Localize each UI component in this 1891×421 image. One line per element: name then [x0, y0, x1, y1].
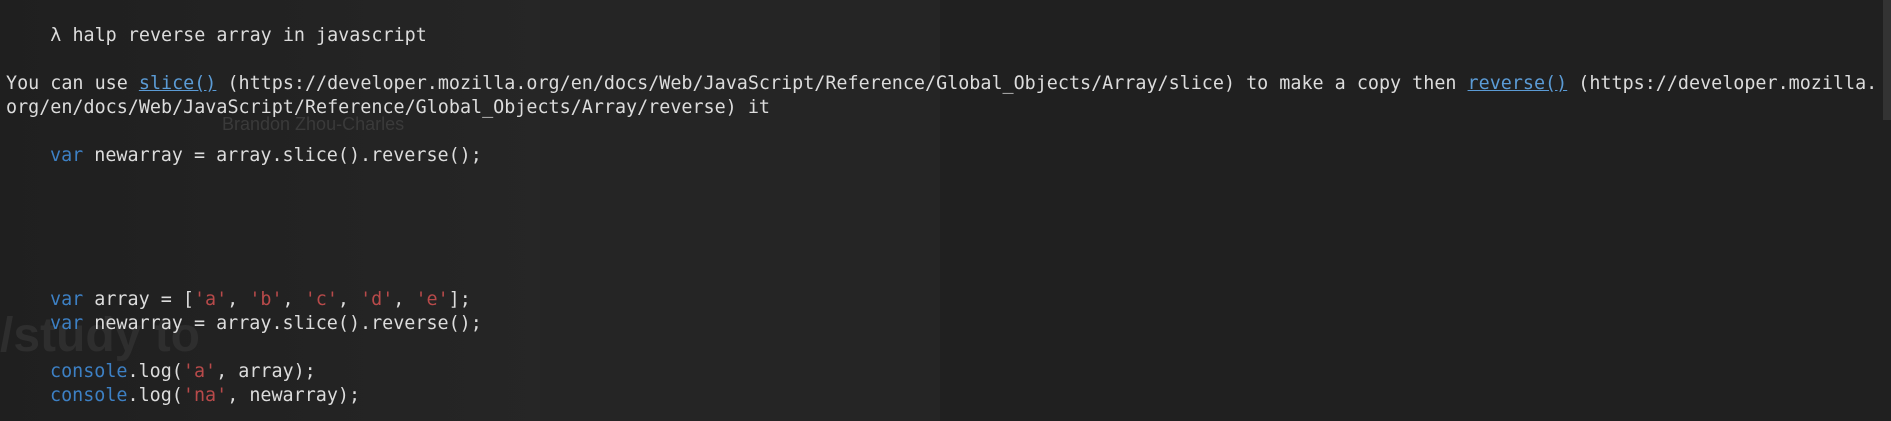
comma: ,: [227, 289, 250, 310]
keyword-console: console: [50, 385, 128, 406]
string-c: 'c': [304, 289, 338, 310]
comma: ,: [337, 289, 361, 310]
string-d: 'd': [360, 289, 394, 310]
scrollbar[interactable]: [1883, 0, 1891, 120]
code-text: ];: [448, 289, 471, 310]
prompt-command: halp reverse array in javascript: [72, 25, 427, 46]
keyword-console: console: [50, 361, 128, 382]
string-b: 'b': [249, 289, 283, 310]
background-window: [540, 0, 940, 421]
code-text: newarray = array.slice().reverse();: [83, 145, 482, 166]
background-window-right: [940, 0, 1891, 421]
string-label-na: 'na': [182, 385, 228, 406]
keyword-var: var: [50, 145, 84, 166]
code-text: , newarray);: [227, 385, 361, 406]
code-text: newarray = array.slice().reverse();: [83, 313, 482, 334]
code-line-log-na: console.log('na', newarray);: [6, 384, 360, 408]
reverse-url-text: (https://developer.mozilla.: [1567, 73, 1878, 94]
code-line-array: var array = ['a', 'b', 'c', 'd', 'e'];: [6, 288, 471, 312]
keyword-var: var: [50, 313, 84, 334]
code-text: , array);: [216, 361, 316, 382]
slice-url-text: (https://developer.mozilla.org/en/docs/W…: [216, 73, 1468, 94]
code-line-newarray: var newarray = array.slice().reverse();: [6, 312, 482, 336]
answer-text: You can use: [6, 73, 139, 94]
code-text: array = [: [83, 289, 194, 310]
prompt-symbol: λ: [50, 25, 62, 46]
prompt-line: λ halp reverse array in javascript: [6, 0, 426, 46]
keyword-var: var: [50, 289, 84, 310]
comma: ,: [282, 289, 305, 310]
slice-link[interactable]: slice(): [139, 73, 217, 94]
reverse-link[interactable]: reverse(): [1468, 73, 1568, 94]
comma: ,: [393, 289, 416, 310]
code-line-log-a: console.log('a', array);: [6, 360, 316, 384]
code-text: .log(: [127, 361, 183, 382]
string-a: 'a': [193, 289, 228, 310]
string-e: 'e': [415, 289, 449, 310]
code-text: .log(: [127, 385, 183, 406]
code-snippet-line: var newarray = array.slice().reverse();: [6, 144, 482, 168]
answer-line-1: You can use slice() (https://developer.m…: [6, 72, 1877, 96]
answer-line-2: org/en/docs/Web/JavaScript/Reference/Glo…: [6, 97, 770, 118]
string-label-a: 'a': [182, 361, 217, 382]
